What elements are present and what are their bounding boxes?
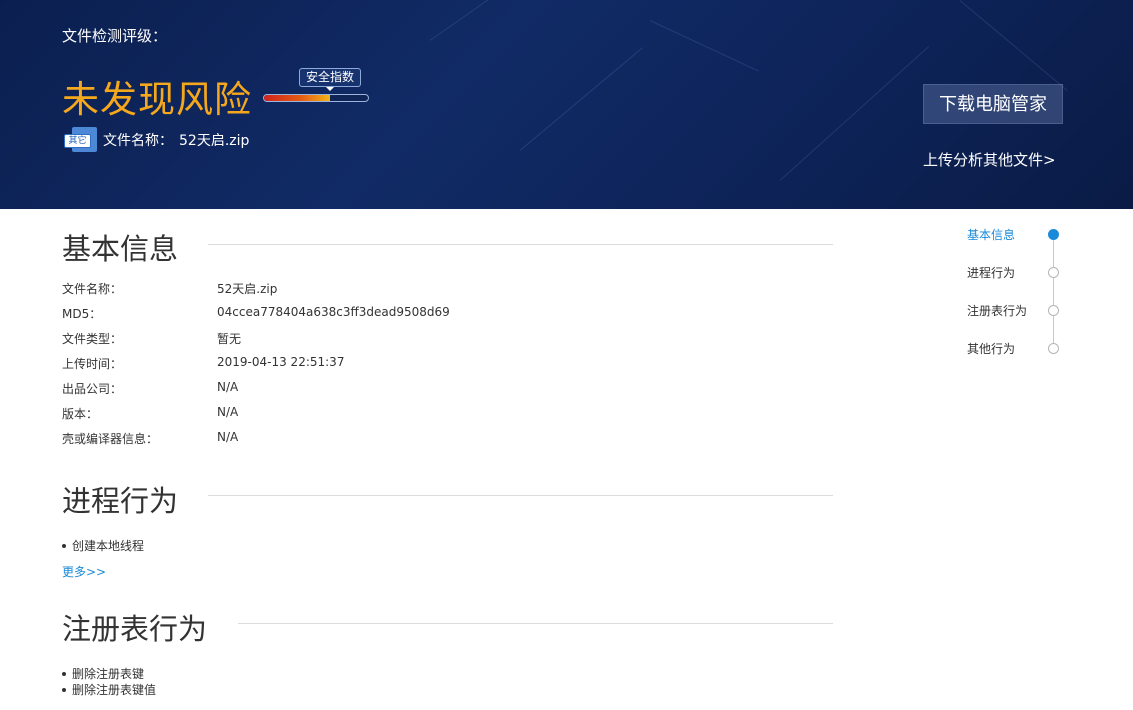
section-title-basic-info: 基本信息	[62, 232, 179, 266]
section-divider	[238, 623, 833, 624]
bullet-icon	[62, 671, 66, 676]
bullet-icon	[62, 543, 66, 548]
list-item-text: 创建本地线程	[72, 539, 145, 553]
decor-streak	[519, 47, 643, 151]
side-nav-dot-icon[interactable]	[1048, 343, 1059, 354]
safety-index-pointer-icon	[326, 87, 334, 91]
side-nav-item-registry-behavior[interactable]: 注册表行为	[967, 302, 1027, 319]
info-value: N/A	[217, 405, 239, 419]
file-name-label: 文件名称：	[103, 133, 173, 149]
safety-index-track	[263, 94, 369, 102]
side-nav-item-process-behavior[interactable]: 进程行为	[967, 264, 1015, 281]
side-nav-item-other-behavior[interactable]: 其他行为	[967, 340, 1015, 357]
info-value: N/A	[217, 430, 239, 444]
decor-streak	[649, 20, 759, 72]
info-value: 2019-04-13 22:51:37	[217, 355, 345, 369]
info-value: 04ccea778404a638c3ff3dead9508d69	[217, 305, 450, 319]
section-divider	[208, 244, 833, 245]
info-key: MD5：	[62, 307, 102, 321]
upload-other-file-link[interactable]: 上传分析其他文件>	[923, 149, 1056, 170]
info-value: 52天启.zip	[217, 282, 278, 296]
section-title-registry-behavior: 注册表行为	[62, 612, 208, 646]
side-nav-item-basic-info[interactable]: 基本信息	[967, 226, 1015, 243]
file-type-badge: 其它	[64, 134, 91, 148]
list-item: 删除注册表键值	[62, 681, 156, 697]
download-pc-manager-button[interactable]: 下载电脑管家	[923, 84, 1063, 124]
decor-streak	[779, 46, 929, 181]
info-key: 文件名称：	[62, 282, 123, 296]
more-link[interactable]: 更多>>	[62, 563, 106, 580]
file-type-icon: 其它	[64, 127, 97, 153]
info-key: 上传时间：	[62, 357, 123, 371]
list-item: 删除注册表键	[62, 665, 144, 681]
bullet-icon	[62, 687, 66, 692]
risk-result-title: 未发现风险	[62, 78, 252, 121]
info-key: 壳或编译器信息：	[62, 432, 159, 446]
info-value: N/A	[217, 380, 239, 394]
side-nav-dot-icon[interactable]	[1048, 267, 1059, 278]
list-item-text: 删除注册表键	[72, 667, 145, 681]
info-key: 出品公司：	[62, 382, 123, 396]
info-key: 文件类型：	[62, 332, 123, 346]
decor-streak	[959, 0, 1068, 91]
section-title-process-behavior: 进程行为	[62, 484, 179, 518]
decor-streak	[429, 0, 619, 41]
file-name-row: 其它 文件名称： 52天启.zip	[64, 127, 249, 153]
safety-index-tag: 安全指数	[299, 68, 361, 87]
report-header-banner: 文件检测评级： 未发现风险 安全指数 其它 文件名称： 52天启.zip 下载电…	[0, 0, 1133, 209]
list-item-text: 删除注册表键值	[72, 683, 157, 697]
side-nav-track	[1053, 234, 1054, 348]
side-nav-dot-active-icon[interactable]	[1048, 229, 1059, 240]
safety-index-fill	[264, 95, 330, 101]
file-name-value: 52天启.zip	[179, 133, 250, 149]
section-divider	[208, 495, 833, 496]
info-value: 暂无	[217, 332, 242, 346]
safety-index-meter: 安全指数	[263, 68, 371, 104]
rating-label: 文件检测评级：	[62, 27, 168, 45]
info-key: 版本：	[62, 407, 99, 421]
list-item: 创建本地线程	[62, 537, 144, 553]
side-nav-dot-icon[interactable]	[1048, 305, 1059, 316]
